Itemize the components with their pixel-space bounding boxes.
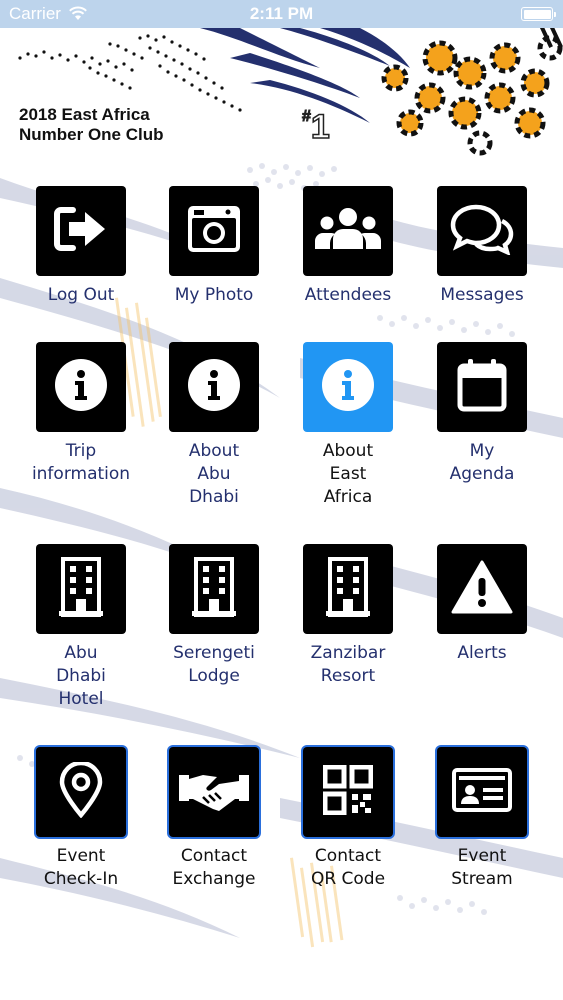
tile-my-photo-label: My Photo: [174, 285, 254, 305]
tile-messages-label: Messages: [440, 285, 524, 305]
tile-zanzibar-resort-box[interactable]: [303, 544, 393, 634]
tile-event-check-in[interactable]: Event Check-In: [26, 747, 136, 891]
building-icon: [326, 557, 370, 621]
tile-event-check-in-box[interactable]: [36, 747, 126, 837]
tile-my-agenda[interactable]: My Agenda: [427, 342, 537, 486]
tile-my-photo[interactable]: My Photo: [159, 186, 269, 307]
tile-trip-information-box[interactable]: [36, 342, 126, 432]
tile-messages-box[interactable]: [437, 186, 527, 276]
tile-serengeti-lodge-box[interactable]: [169, 544, 259, 634]
tile-zanzibar-resort[interactable]: Zanzibar Resort: [293, 544, 403, 688]
tile-alerts-label: Alerts: [457, 643, 507, 663]
tile-serengeti-lodge[interactable]: Serengeti Lodge: [159, 544, 269, 688]
rank-hash: #: [302, 108, 312, 126]
tile-my-photo-box[interactable]: [169, 186, 259, 276]
tile-zanzibar-resort-label: Zanzibar Resort: [310, 643, 386, 686]
tile-about-east-africa[interactable]: About East Africa: [293, 342, 403, 509]
camera-icon: [186, 204, 242, 258]
tile-event-stream-label: Event Stream: [451, 846, 513, 889]
building-icon: [192, 557, 236, 621]
tile-about-east-africa-box[interactable]: [303, 342, 393, 432]
qr-code-icon: [322, 764, 374, 819]
tile-event-stream-box[interactable]: [437, 747, 527, 837]
clock-time: 2:11 PM: [249, 4, 314, 23]
users-icon: [315, 207, 381, 255]
tile-event-check-in-label: Event Check-In: [43, 846, 119, 889]
tile-about-east-africa-label: About East Africa: [322, 441, 374, 507]
battery-icon: [521, 7, 556, 21]
tile-messages[interactable]: Messages: [427, 186, 537, 307]
tile-contact-qr-code[interactable]: Contact QR Code: [293, 747, 403, 891]
handshake-icon: [179, 767, 249, 817]
tile-my-agenda-label: My Agenda: [449, 441, 515, 484]
info-icon: [54, 358, 108, 416]
calendar-icon: [457, 358, 507, 416]
tile-contact-qr-code-box[interactable]: [303, 747, 393, 837]
id-card-icon: [452, 768, 512, 816]
club-title: 2018 East Africa Number One Club: [19, 105, 164, 145]
rank-number: 1: [310, 107, 330, 147]
warning-icon: [451, 559, 513, 619]
tile-about-abu-dhabi-label: About Abu Dhabi: [188, 441, 240, 507]
tile-log-out-box[interactable]: [36, 186, 126, 276]
tile-trip-information[interactable]: Trip information: [26, 342, 136, 486]
tile-about-abu-dhabi[interactable]: About Abu Dhabi: [159, 342, 269, 509]
header-banner: 2018 East Africa Number One Club #1: [0, 28, 563, 158]
status-bar: Carrier 2:11 PM: [0, 0, 563, 28]
sign-out-icon: [53, 204, 109, 258]
info-icon: [321, 358, 375, 416]
tile-alerts[interactable]: Alerts: [427, 544, 537, 665]
tile-trip-information-label: Trip information: [31, 441, 131, 484]
tile-abu-dhabi-hotel-label: Abu Dhabi Hotel: [56, 643, 106, 709]
tile-about-abu-dhabi-box[interactable]: [169, 342, 259, 432]
tile-contact-exchange-label: Contact Exchange: [172, 846, 256, 889]
tile-abu-dhabi-hotel[interactable]: Abu Dhabi Hotel: [26, 544, 136, 711]
tile-alerts-box[interactable]: [437, 544, 527, 634]
info-icon: [187, 358, 241, 416]
map-pin-icon: [59, 760, 103, 822]
building-icon: [59, 557, 103, 621]
tile-my-agenda-box[interactable]: [437, 342, 527, 432]
tile-log-out[interactable]: Log Out: [26, 186, 136, 307]
tile-event-stream[interactable]: Event Stream: [427, 747, 537, 891]
menu-grid: Log Out My Photo Attendees Messages Trip…: [0, 158, 563, 1000]
chat-bubbles-icon: [450, 203, 514, 259]
tile-abu-dhabi-hotel-box[interactable]: [36, 544, 126, 634]
tile-attendees[interactable]: Attendees: [293, 186, 403, 307]
tile-contact-exchange-box[interactable]: [169, 747, 259, 837]
tile-log-out-label: Log Out: [47, 285, 115, 305]
tile-contact-exchange[interactable]: Contact Exchange: [159, 747, 269, 891]
club-rank: #1: [302, 107, 331, 147]
club-title-line2: Number One Club: [19, 125, 164, 144]
tile-serengeti-lodge-label: Serengeti Lodge: [173, 643, 255, 686]
tile-contact-qr-code-label: Contact QR Code: [310, 846, 386, 889]
club-title-line1: 2018 East Africa: [19, 105, 150, 124]
tile-attendees-box[interactable]: [303, 186, 393, 276]
tile-attendees-label: Attendees: [304, 285, 392, 305]
